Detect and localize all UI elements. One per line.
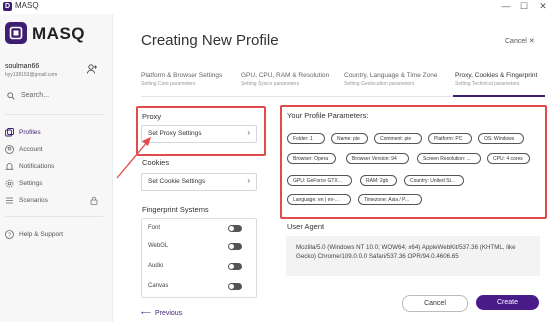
font-toggle[interactable] <box>228 225 242 232</box>
fingerprint-row-label: Audio <box>148 263 164 269</box>
close-window-icon[interactable]: ✕ <box>536 0 550 12</box>
search-placeholder: Search... <box>21 92 50 99</box>
parameter-chip: Country: United St... <box>404 175 464 186</box>
search-icon <box>7 92 15 100</box>
parameter-chip: Platform: PC <box>428 133 472 144</box>
page-title: Creating New Profile <box>141 32 279 49</box>
create-button[interactable]: Create <box>476 295 539 310</box>
fingerprint-row-label: WebGL <box>148 243 169 249</box>
user-agent-value: Mozilla/5.0 (Windows NT 10.0; WOW64; x64… <box>296 244 516 260</box>
sidebar-item-label: Profiles <box>19 129 41 136</box>
annotation-arrow <box>116 137 151 179</box>
user-name: soulman66 <box>5 63 40 70</box>
fingerprint-section-title: Fingerprint Systems <box>142 205 209 214</box>
sidebar-divider <box>5 114 103 115</box>
window-title: MASQ <box>15 1 39 10</box>
audio-toggle[interactable] <box>228 263 242 270</box>
parameter-chip: Folder: 1 <box>287 133 325 144</box>
sidebar-item-scenarios[interactable]: Scenarios <box>5 195 105 207</box>
arrow-left-icon: ⟵ <box>141 310 152 317</box>
tab-country-language[interactable]: Country, Language & Time Zone Setting Geo… <box>344 72 437 87</box>
tab-platform-browser[interactable]: Platform & Browser Settings Setting Core … <box>141 72 222 87</box>
sidebar-divider <box>5 216 103 217</box>
chevron-right-icon: › <box>247 176 250 185</box>
user-email: hyy138153@gmail.com <box>5 72 58 78</box>
sidebar-item-label: Notifications <box>19 163 55 170</box>
webgl-toggle[interactable] <box>228 243 242 250</box>
parameter-chip: Name: pie <box>331 133 368 144</box>
parameter-chip: CPU: 4 cores <box>487 153 530 164</box>
gear-icon <box>5 179 14 188</box>
minimize-icon[interactable]: — <box>499 0 513 12</box>
help-icon: ? <box>5 230 14 239</box>
sidebar-item-label: Scenarios <box>19 197 48 204</box>
set-cookie-settings-button[interactable]: Set Cookie Settings › <box>141 173 257 191</box>
annotation-highlight-proxy <box>136 106 266 156</box>
close-icon: ✕ <box>528 38 535 45</box>
sidebar-item-label: Help & Support <box>19 231 64 238</box>
account-icon <box>5 145 14 154</box>
search-input[interactable]: Search... <box>5 89 103 103</box>
cancel-button[interactable]: Cancel <box>402 295 468 312</box>
brand-name: MASQ <box>32 24 85 43</box>
sidebar-item-label: Account <box>19 146 43 153</box>
parameter-chip: Comment: pie <box>374 133 422 144</box>
svg-text:?: ? <box>8 233 11 239</box>
parameter-chip: Browser Version: 94 <box>346 153 409 164</box>
cancel-link[interactable]: Cancel ✕ <box>505 37 535 45</box>
tab-gpu-cpu-ram[interactable]: GPU, CPU, RAM & Resolution Setting Sysics… <box>241 72 329 87</box>
brand-logo-icon <box>5 22 27 44</box>
fingerprint-row-label: Canvas <box>148 283 169 289</box>
sidebar-item-notifications[interactable]: Notifications <box>5 161 105 173</box>
sidebar-item-label: Settings <box>19 180 43 187</box>
parameter-chip: RAM: 2gb <box>360 175 397 186</box>
lock-icon <box>90 196 98 205</box>
profiles-icon <box>5 128 14 137</box>
canvas-toggle[interactable] <box>228 283 242 290</box>
tab-proxy-cookies-fingerprint[interactable]: Proxy, Cookies & Fingerprint Setting Tech… <box>455 72 537 87</box>
bell-icon <box>5 163 14 170</box>
parameter-chip: OS: Windows <box>478 133 524 144</box>
profile-parameters-title: Your Profile Parameters: <box>287 111 369 120</box>
previous-button[interactable]: ⟵ Previous <box>141 309 182 317</box>
user-agent-title: User Agent <box>287 222 325 231</box>
parameter-chip: Screen Resolution: ... <box>417 153 481 164</box>
active-tab-indicator <box>453 95 545 97</box>
sidebar-item-profiles[interactable]: Profiles <box>5 127 105 139</box>
parameter-chip: Timezone: Asia / P... <box>358 194 422 205</box>
parameter-chip: GPU: GeForce GTX... <box>287 175 352 186</box>
parameter-chip: Browser: Opera <box>287 153 336 164</box>
app-logo-icon: D <box>3 2 12 11</box>
scenarios-icon <box>6 197 13 204</box>
window-titlebar <box>0 0 553 14</box>
sidebar-item-settings[interactable]: Settings <box>5 178 105 190</box>
sidebar-item-help[interactable]: ? Help & Support <box>5 229 105 241</box>
maximize-icon[interactable]: ☐ <box>517 0 531 12</box>
fingerprint-row-label: Font <box>148 225 161 231</box>
sidebar-item-account[interactable]: Account <box>5 144 105 156</box>
parameter-chip: Language: en | en-... <box>287 194 351 205</box>
add-user-icon[interactable] <box>86 62 98 74</box>
